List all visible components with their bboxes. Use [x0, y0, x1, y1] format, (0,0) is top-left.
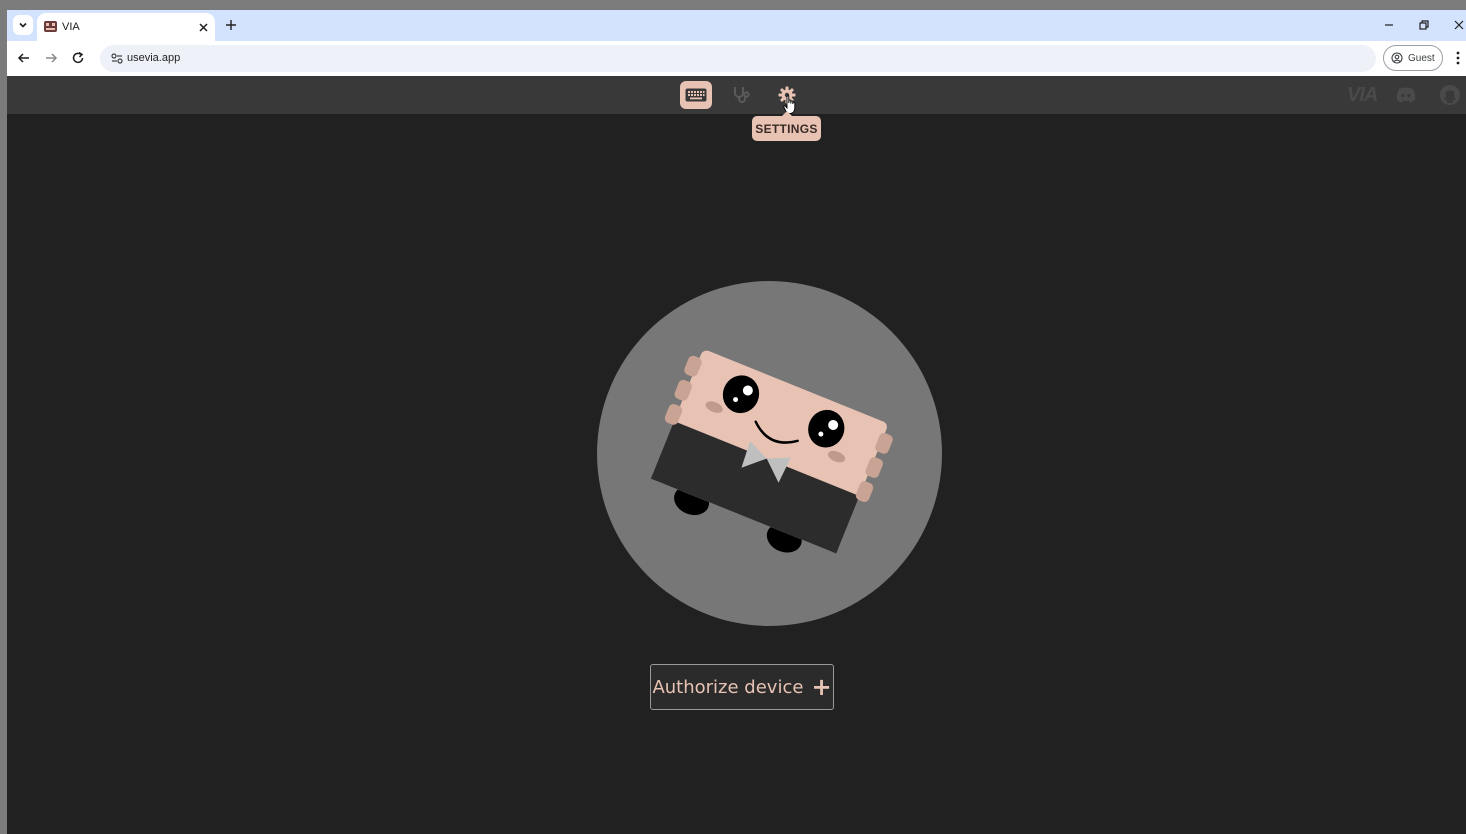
- tab-strip: VIA: [7, 10, 1466, 41]
- profile-button[interactable]: Guest: [1383, 45, 1443, 71]
- stethoscope-icon: [734, 87, 750, 103]
- site-info-icon[interactable]: [110, 52, 124, 65]
- via-favicon-icon: [44, 21, 57, 32]
- discord-icon[interactable]: [1395, 85, 1417, 105]
- close-icon: [198, 22, 208, 32]
- mascot-circle: [597, 281, 942, 626]
- browser-toolbar: usevia.app Guest: [7, 41, 1466, 76]
- reload-icon[interactable]: [70, 50, 86, 66]
- minimize-icon[interactable]: [1382, 18, 1396, 32]
- keyboard-icon: [685, 88, 707, 102]
- nav-test-button[interactable]: [729, 81, 755, 109]
- nav-configure-button[interactable]: [680, 81, 712, 109]
- tab-title: VIA: [62, 21, 80, 33]
- chevron-down-icon: [19, 22, 27, 28]
- app-header: VIA: [7, 76, 1466, 114]
- authorize-device-button[interactable]: Authorize device +: [650, 664, 834, 710]
- new-tab-button[interactable]: [223, 17, 239, 33]
- authorize-device-label: Authorize device: [652, 676, 804, 698]
- profile-label: Guest: [1408, 52, 1435, 64]
- via-app: VIA SETTINGS Authorize device +: [7, 76, 1466, 834]
- forward-arrow-icon[interactable]: [43, 50, 59, 66]
- back-arrow-icon[interactable]: [16, 50, 32, 66]
- kebab-menu-icon[interactable]: [1454, 50, 1462, 66]
- guest-profile-icon: [1391, 52, 1403, 64]
- keyboard-mascot-icon: [650, 350, 893, 554]
- browser-window: VIA usevia.app Guest VIA SETTINGS Author…: [7, 10, 1466, 834]
- url-text: usevia.app: [127, 52, 181, 64]
- address-bar[interactable]: usevia.app: [100, 45, 1376, 72]
- window-close-icon[interactable]: [1452, 18, 1466, 32]
- via-logo: VIA: [1347, 84, 1378, 106]
- tab-search-button[interactable]: [13, 15, 33, 35]
- browser-tab[interactable]: VIA: [37, 13, 215, 41]
- github-icon[interactable]: [1439, 84, 1461, 106]
- restore-icon[interactable]: [1417, 18, 1431, 32]
- tab-close-button[interactable]: [195, 19, 211, 35]
- settings-tooltip: SETTINGS: [752, 111, 821, 141]
- plus-icon: +: [811, 673, 832, 701]
